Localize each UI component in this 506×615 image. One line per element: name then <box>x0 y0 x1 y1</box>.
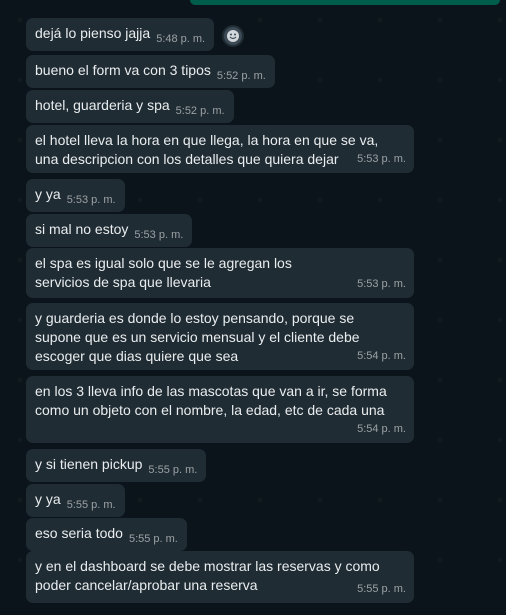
message-time: 5:53 p. m. <box>66 194 116 206</box>
message-time: 5:54 p. m. <box>357 350 406 362</box>
message-time: 5:53 p. m. <box>357 153 406 165</box>
message-bubble[interactable]: hotel, guarderia y spa 5:52 p. m. <box>26 90 234 123</box>
message-time: 5:55 p. m. <box>66 499 116 511</box>
smiley-icon[interactable] <box>222 25 244 47</box>
chat-panel: dejá lo pienso jajja 5:48 p. m. bueno el … <box>0 0 506 615</box>
message-bubble[interactable]: y ya 5:53 p. m. <box>26 179 125 212</box>
message-bubble[interactable]: dejá lo pienso jajja 5:48 p. m. <box>26 18 215 51</box>
message-text: si mal no estoy <box>35 221 129 237</box>
message-text: dejá lo pienso jajja <box>35 25 151 41</box>
message-bubble[interactable]: si mal no estoy 5:53 p. m. <box>26 214 193 247</box>
message-time: 5:52 p. m. <box>175 105 225 117</box>
message-time: 5:52 p. m. <box>216 70 266 82</box>
message-text: hotel, guarderia y spa <box>35 97 170 113</box>
message-bubble[interactable]: y en el dashboard se debe mostrar las re… <box>26 551 414 603</box>
message-text: en los 3 lleva info de las mascotas que … <box>35 383 387 418</box>
message-text: y ya <box>35 186 61 202</box>
message-text: el spa es igual solo que se le agregan l… <box>35 255 292 290</box>
message-time: 5:53 p. m. <box>134 229 184 241</box>
message-time: 5:55 p. m. <box>128 533 178 545</box>
message-text: y si tienen pickup <box>35 456 143 472</box>
message-text: y en el dashboard se debe mostrar las re… <box>35 558 380 593</box>
message-bubble[interactable]: en los 3 lleva info de las mascotas que … <box>26 376 414 443</box>
message-bubble[interactable]: y si tienen pickup 5:55 p. m. <box>26 449 207 482</box>
message-bubble[interactable]: y ya 5:55 p. m. <box>26 484 125 517</box>
message-bubble[interactable]: el hotel lleva la hora en que llega, la … <box>26 125 414 173</box>
message-time: 5:54 p. m. <box>357 423 406 435</box>
message-text: el hotel lleva la hora en que llega, la … <box>35 132 379 167</box>
message-time: 5:55 p. m. <box>357 583 406 595</box>
message-bubble[interactable]: eso seria todo 5:55 p. m. <box>26 518 187 551</box>
message-bubble[interactable]: bueno el form va con 3 tipos 5:52 p. m. <box>26 55 275 88</box>
outgoing-bubble-edge <box>190 0 500 5</box>
message-time: 5:55 p. m. <box>148 464 198 476</box>
message-text: y guarderia es donde lo estoy pensando, … <box>35 310 360 364</box>
message-bubble[interactable]: el spa es igual solo que se le agregan l… <box>26 248 414 298</box>
message-bubble[interactable]: y guarderia es donde lo estoy pensando, … <box>26 303 414 370</box>
message-time: 5:53 p. m. <box>357 278 406 290</box>
message-text: bueno el form va con 3 tipos <box>35 62 211 78</box>
message-time: 5:48 p. m. <box>156 33 206 45</box>
message-text: eso seria todo <box>35 525 123 541</box>
message-text: y ya <box>35 491 61 507</box>
